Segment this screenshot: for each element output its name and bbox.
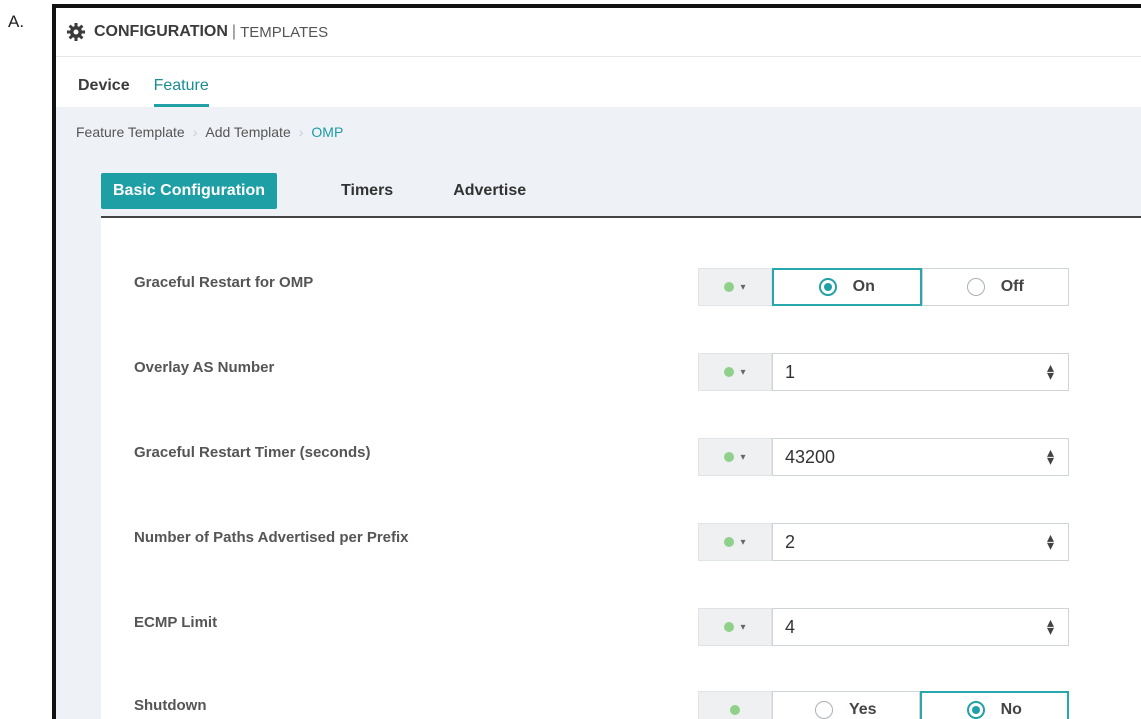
breadcrumb-omp: OMP (311, 124, 344, 140)
field-label: ECMP Limit (134, 614, 218, 631)
radio-label: On (852, 278, 875, 295)
chevron-down-icon: ▾ (740, 366, 746, 378)
field-label: Overlay AS Number (134, 359, 275, 376)
spinner-icon[interactable]: ▴ ▾ (1047, 360, 1054, 382)
radio-selected-icon (966, 701, 985, 719)
field-label: Graceful Restart for OMP (134, 274, 314, 291)
input-value: 43200 (785, 446, 836, 467)
form-panel: Graceful Restart for OMP ▾ On Off Overla… (101, 218, 1141, 719)
chevron-down-icon: ▾ (740, 536, 746, 548)
breadcrumb-separator: › (192, 124, 198, 140)
spinner-icon[interactable]: ▴ ▾ (1047, 615, 1054, 637)
spinner-icon[interactable]: ▴ ▾ (1047, 530, 1054, 552)
breadcrumb-add-template[interactable]: Add Template (205, 124, 290, 140)
gear-icon (67, 23, 85, 41)
breadcrumb-separator: › (298, 124, 304, 140)
graceful-restart-radio-group: On Off (772, 268, 1069, 306)
radio-label: Off (1000, 278, 1024, 295)
tab-basic-configuration[interactable]: Basic Configuration (101, 173, 278, 209)
form-row-ecmp: ECMP Limit ▾ 4 ▴ ▾ (101, 602, 1141, 646)
scope-dropdown[interactable]: ▾ (698, 268, 772, 306)
radio-unselected-icon (814, 701, 833, 719)
chevron-down-icon: ▾ (740, 281, 746, 293)
global-scope-icon (724, 622, 735, 632)
input-value: 1 (785, 361, 796, 382)
scope-indicator (698, 691, 772, 719)
screenshot-frame: CONFIGURATION | TEMPLATES Device Feature… (52, 4, 1141, 719)
spinner-icon[interactable]: ▴ ▾ (1047, 445, 1054, 467)
global-scope-icon (724, 537, 735, 547)
global-scope-icon (724, 452, 735, 462)
title-separator: | (231, 23, 237, 40)
scope-dropdown[interactable]: ▾ (698, 438, 772, 476)
shutdown-radio-group: Yes No (772, 691, 1069, 719)
tab-feature[interactable]: Feature (153, 77, 209, 107)
content-area: Basic Configuration Timers Advertise Gra… (56, 156, 1141, 719)
global-scope-icon (730, 705, 740, 715)
page-subtitle: TEMPLATES (240, 23, 329, 41)
chevron-down-icon: ▾ (740, 451, 746, 463)
field-label: Number of Paths Advertised per Prefix (134, 529, 409, 546)
scope-dropdown[interactable]: ▾ (698, 353, 772, 391)
radio-label: Yes (848, 701, 877, 718)
scope-dropdown[interactable]: ▾ (698, 523, 772, 561)
field-label: Graceful Restart Timer (seconds) (134, 444, 371, 461)
input-value: 2 (785, 531, 796, 552)
radio-unselected-icon (966, 278, 985, 296)
radio-no[interactable]: No (919, 691, 1069, 719)
overlay-as-number-input[interactable]: 1 ▴ ▾ (772, 353, 1069, 391)
option-letter: A. (8, 12, 25, 31)
global-scope-icon (724, 367, 735, 377)
radio-yes[interactable]: Yes (772, 691, 920, 719)
nav-tabs: Device Feature (56, 57, 1141, 107)
tab-timers[interactable]: Timers (341, 182, 393, 200)
radio-label: No (1000, 701, 1022, 718)
page-title: CONFIGURATION (94, 23, 228, 40)
form-row-graceful-restart: Graceful Restart for OMP ▾ On Off (101, 262, 1141, 306)
scope-dropdown[interactable]: ▾ (698, 608, 772, 646)
tab-advertise[interactable]: Advertise (453, 182, 526, 200)
form-row-shutdown: Shutdown Yes No (101, 685, 1141, 719)
breadcrumb-feature-template[interactable]: Feature Template (76, 124, 185, 140)
title-bar: CONFIGURATION | TEMPLATES (56, 8, 1141, 57)
radio-off[interactable]: Off (921, 268, 1069, 306)
form-row-paths: Number of Paths Advertised per Prefix ▾ … (101, 517, 1141, 561)
form-row-graceful-timer: Graceful Restart Timer (seconds) ▾ 43200… (101, 432, 1141, 476)
graceful-restart-timer-input[interactable]: 43200 ▴ ▾ (772, 438, 1069, 476)
global-scope-icon (724, 282, 735, 292)
ecmp-limit-input[interactable]: 4 ▴ ▾ (772, 608, 1069, 646)
tab-device[interactable]: Device (78, 77, 130, 107)
section-tabs: Basic Configuration Timers Advertise (101, 166, 1141, 218)
paths-advertised-input[interactable]: 2 ▴ ▾ (772, 523, 1069, 561)
field-label: Shutdown (134, 697, 207, 714)
breadcrumb: Feature Template › Add Template › OMP (56, 107, 1141, 157)
chevron-down-icon: ▾ (740, 621, 746, 633)
input-value: 4 (785, 616, 796, 637)
radio-selected-icon (818, 278, 837, 296)
form-row-overlay-as: Overlay AS Number ▾ 1 ▴ ▾ (101, 347, 1141, 391)
radio-on[interactable]: On (772, 268, 922, 306)
